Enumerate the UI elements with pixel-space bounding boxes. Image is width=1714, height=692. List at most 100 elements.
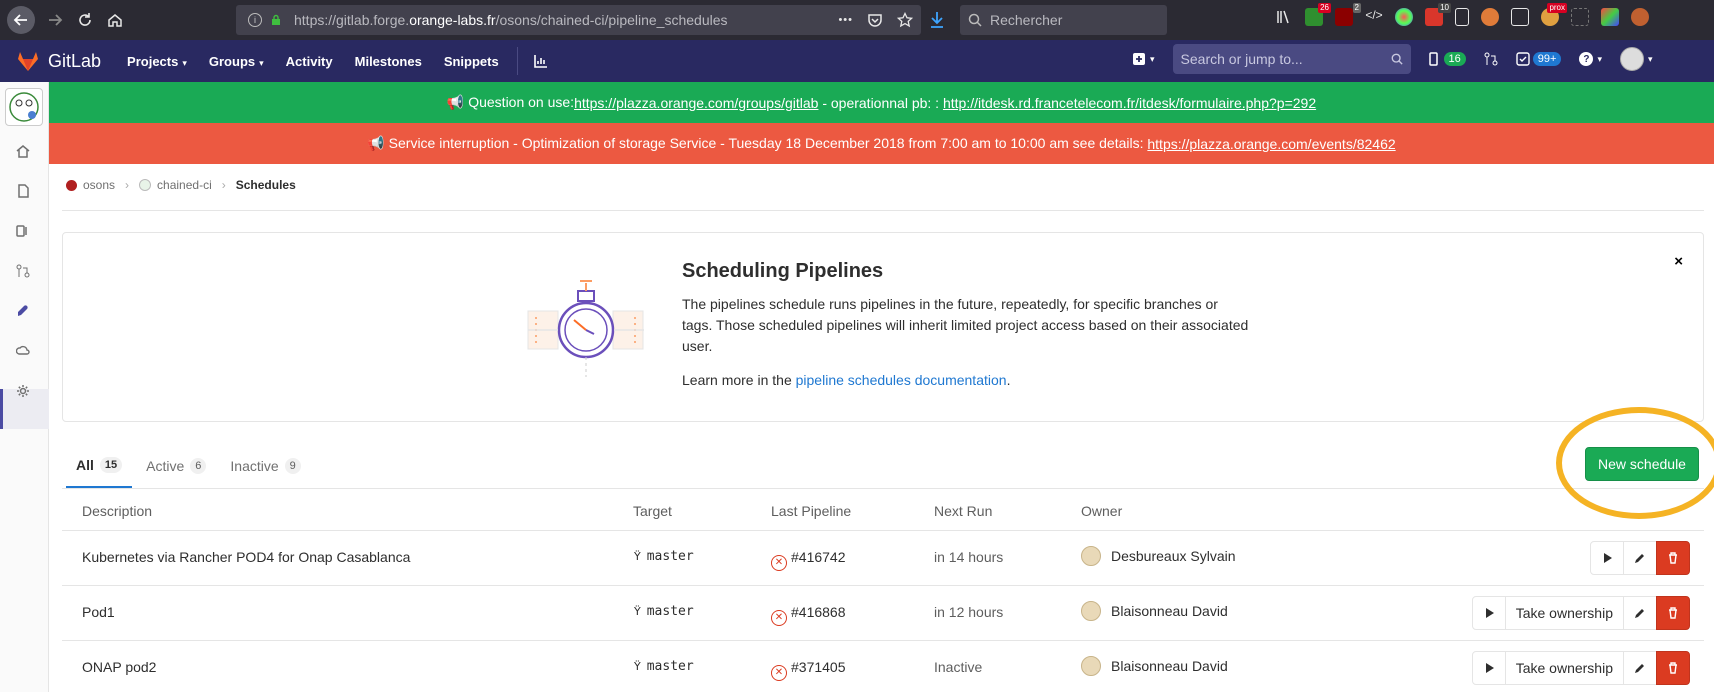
- help-dropdown[interactable]: ? ▾: [1579, 52, 1602, 66]
- pencil-icon: [1635, 554, 1644, 563]
- pocket-icon[interactable]: [867, 12, 883, 28]
- play-button[interactable]: [1471, 596, 1506, 630]
- screenshot-icon[interactable]: [1571, 8, 1589, 26]
- owner-avatar: [1081, 601, 1101, 621]
- take-ownership-button[interactable]: Take ownership: [1504, 596, 1624, 630]
- devtools-icon[interactable]: </>: [1365, 8, 1383, 26]
- next-run: in 14 hours: [934, 549, 1004, 565]
- tab-inactive[interactable]: Inactive 9: [220, 444, 310, 488]
- back-button[interactable]: [7, 6, 35, 34]
- failed-status-icon: ✕: [771, 664, 787, 681]
- new-dropdown[interactable]: ▾: [1132, 52, 1155, 66]
- close-icon[interactable]: ×: [1674, 253, 1683, 270]
- edit-button[interactable]: [1623, 541, 1657, 575]
- user-menu[interactable]: ▾: [1619, 47, 1653, 71]
- table-row: Pod1 Ÿmaster ✕ #416868 in 12 hours Blaiso…: [62, 586, 1704, 641]
- gitlab-search-input[interactable]: Search or jump to...: [1172, 44, 1411, 74]
- itdesk-link[interactable]: http://itdesk.rd.francetelecom.fr/itdesk…: [943, 95, 1316, 111]
- info-icon[interactable]: i: [248, 13, 262, 27]
- count-badge: 9: [284, 458, 301, 474]
- sidebar-item-repository[interactable]: [14, 182, 32, 200]
- proxy-icon[interactable]: prox: [1541, 3, 1567, 26]
- chart-icon[interactable]: [533, 54, 548, 68]
- header-right: ▾ Search or jump to... 16 99+ ? ▾ ▾: [1132, 44, 1653, 74]
- colorzilla-icon[interactable]: [1601, 8, 1619, 26]
- pencil-icon: [1635, 664, 1644, 673]
- reload-button[interactable]: [73, 8, 97, 32]
- nav-projects[interactable]: Projects ▾: [127, 54, 187, 69]
- download-icon[interactable]: [929, 11, 945, 29]
- owner[interactable]: Blaisonneau David: [1081, 656, 1228, 676]
- sidebar-item-operations[interactable]: [14, 342, 32, 360]
- gitlab-logo[interactable]: GitLab: [16, 50, 101, 72]
- merge-request-icon: [16, 264, 30, 278]
- project-logo-icon: [9, 92, 39, 122]
- nav-snippets[interactable]: Snippets: [444, 54, 499, 69]
- owner-avatar: [1081, 546, 1101, 566]
- owner[interactable]: Desbureaux Sylvain: [1081, 546, 1236, 566]
- extensions-bar: 26 2 </> 10 prox: [1275, 3, 1649, 26]
- edit-button[interactable]: [1623, 651, 1657, 685]
- branch-icon: Ÿ: [634, 605, 641, 618]
- document-icon: [18, 184, 29, 198]
- nav-milestones[interactable]: Milestones: [355, 54, 422, 69]
- sidebar-item-project[interactable]: [14, 142, 32, 160]
- tab-active[interactable]: Active 6: [136, 444, 216, 488]
- nav-activity[interactable]: Activity: [286, 54, 333, 69]
- new-schedule-button[interactable]: New schedule: [1585, 447, 1699, 481]
- page-actions-icon[interactable]: •••: [838, 14, 853, 26]
- breadcrumb-current[interactable]: Schedules: [236, 178, 296, 192]
- plazza-gitlab-link[interactable]: https://plazza.orange.com/groups/gitlab: [574, 95, 818, 111]
- bookmark-star-icon[interactable]: [897, 12, 913, 28]
- user-avatar: [1619, 47, 1644, 71]
- row-actions: [1590, 541, 1690, 575]
- last-pipeline-link[interactable]: ✕ #416742: [771, 549, 846, 571]
- merge-request-icon[interactable]: [1484, 52, 1498, 66]
- sidebar-item-issues[interactable]: [14, 222, 32, 240]
- info-banner: 📢 Question on use: https://plazza.orange…: [49, 82, 1714, 123]
- last-pipeline-link[interactable]: ✕ #416868: [771, 604, 846, 626]
- extension-ten-icon[interactable]: 10: [1425, 3, 1451, 26]
- issues-link[interactable]: 16: [1428, 52, 1466, 66]
- sidebar-item-settings[interactable]: [14, 382, 32, 400]
- schedules-docs-link[interactable]: pipeline schedules documentation: [796, 372, 1007, 388]
- divider: [516, 47, 518, 75]
- ublock-icon[interactable]: 2: [1335, 3, 1361, 26]
- delete-button[interactable]: [1656, 596, 1690, 630]
- play-button[interactable]: [1590, 541, 1624, 575]
- header-counters: 16 99+ ? ▾ ▾: [1428, 47, 1653, 71]
- nav-groups[interactable]: Groups ▾: [209, 54, 264, 69]
- delete-button[interactable]: [1656, 541, 1690, 575]
- sidebar-icon[interactable]: [1511, 8, 1529, 26]
- take-ownership-button[interactable]: Take ownership: [1504, 651, 1624, 685]
- branch-icon: Ÿ: [634, 550, 641, 563]
- owner[interactable]: Blaisonneau David: [1081, 601, 1228, 621]
- tab-all[interactable]: All 15: [66, 444, 133, 488]
- home-button[interactable]: [103, 8, 127, 32]
- breadcrumb-group[interactable]: osons: [83, 178, 115, 192]
- scheduling-illustration: [527, 280, 644, 377]
- event-details-link[interactable]: https://plazza.orange.com/events/82462: [1147, 136, 1395, 152]
- sidebar-item-ci-cd[interactable]: [14, 302, 32, 320]
- color-picker-icon[interactable]: [1395, 8, 1413, 26]
- addon-icon[interactable]: [1631, 8, 1649, 26]
- breadcrumb-project[interactable]: chained-ci: [157, 178, 212, 192]
- edit-button[interactable]: [1623, 596, 1657, 630]
- pencil-icon: [1635, 609, 1644, 618]
- forward-button[interactable]: [43, 8, 67, 32]
- card-learn-more: Learn more in the pipeline schedules doc…: [682, 372, 1011, 388]
- fox-icon[interactable]: [1481, 8, 1499, 26]
- browser-search-input[interactable]: Rechercher: [960, 5, 1167, 35]
- chevron-down-icon: ▾: [1647, 53, 1653, 64]
- todos-link[interactable]: 99+: [1516, 52, 1562, 66]
- delete-button[interactable]: [1656, 651, 1690, 685]
- library-icon[interactable]: [1275, 8, 1293, 26]
- url-bar[interactable]: i https://gitlab.forge.orange-labs.fr/os…: [236, 5, 921, 35]
- last-pipeline-link[interactable]: ✕ #371405: [771, 659, 846, 681]
- sidebar-item-merge-requests[interactable]: [14, 262, 32, 280]
- project-avatar[interactable]: [5, 88, 43, 126]
- extension-red-badge-icon[interactable]: 26: [1305, 3, 1331, 26]
- play-button[interactable]: [1471, 651, 1506, 685]
- gear-icon: [17, 385, 29, 397]
- clipboard-icon[interactable]: [1455, 8, 1469, 26]
